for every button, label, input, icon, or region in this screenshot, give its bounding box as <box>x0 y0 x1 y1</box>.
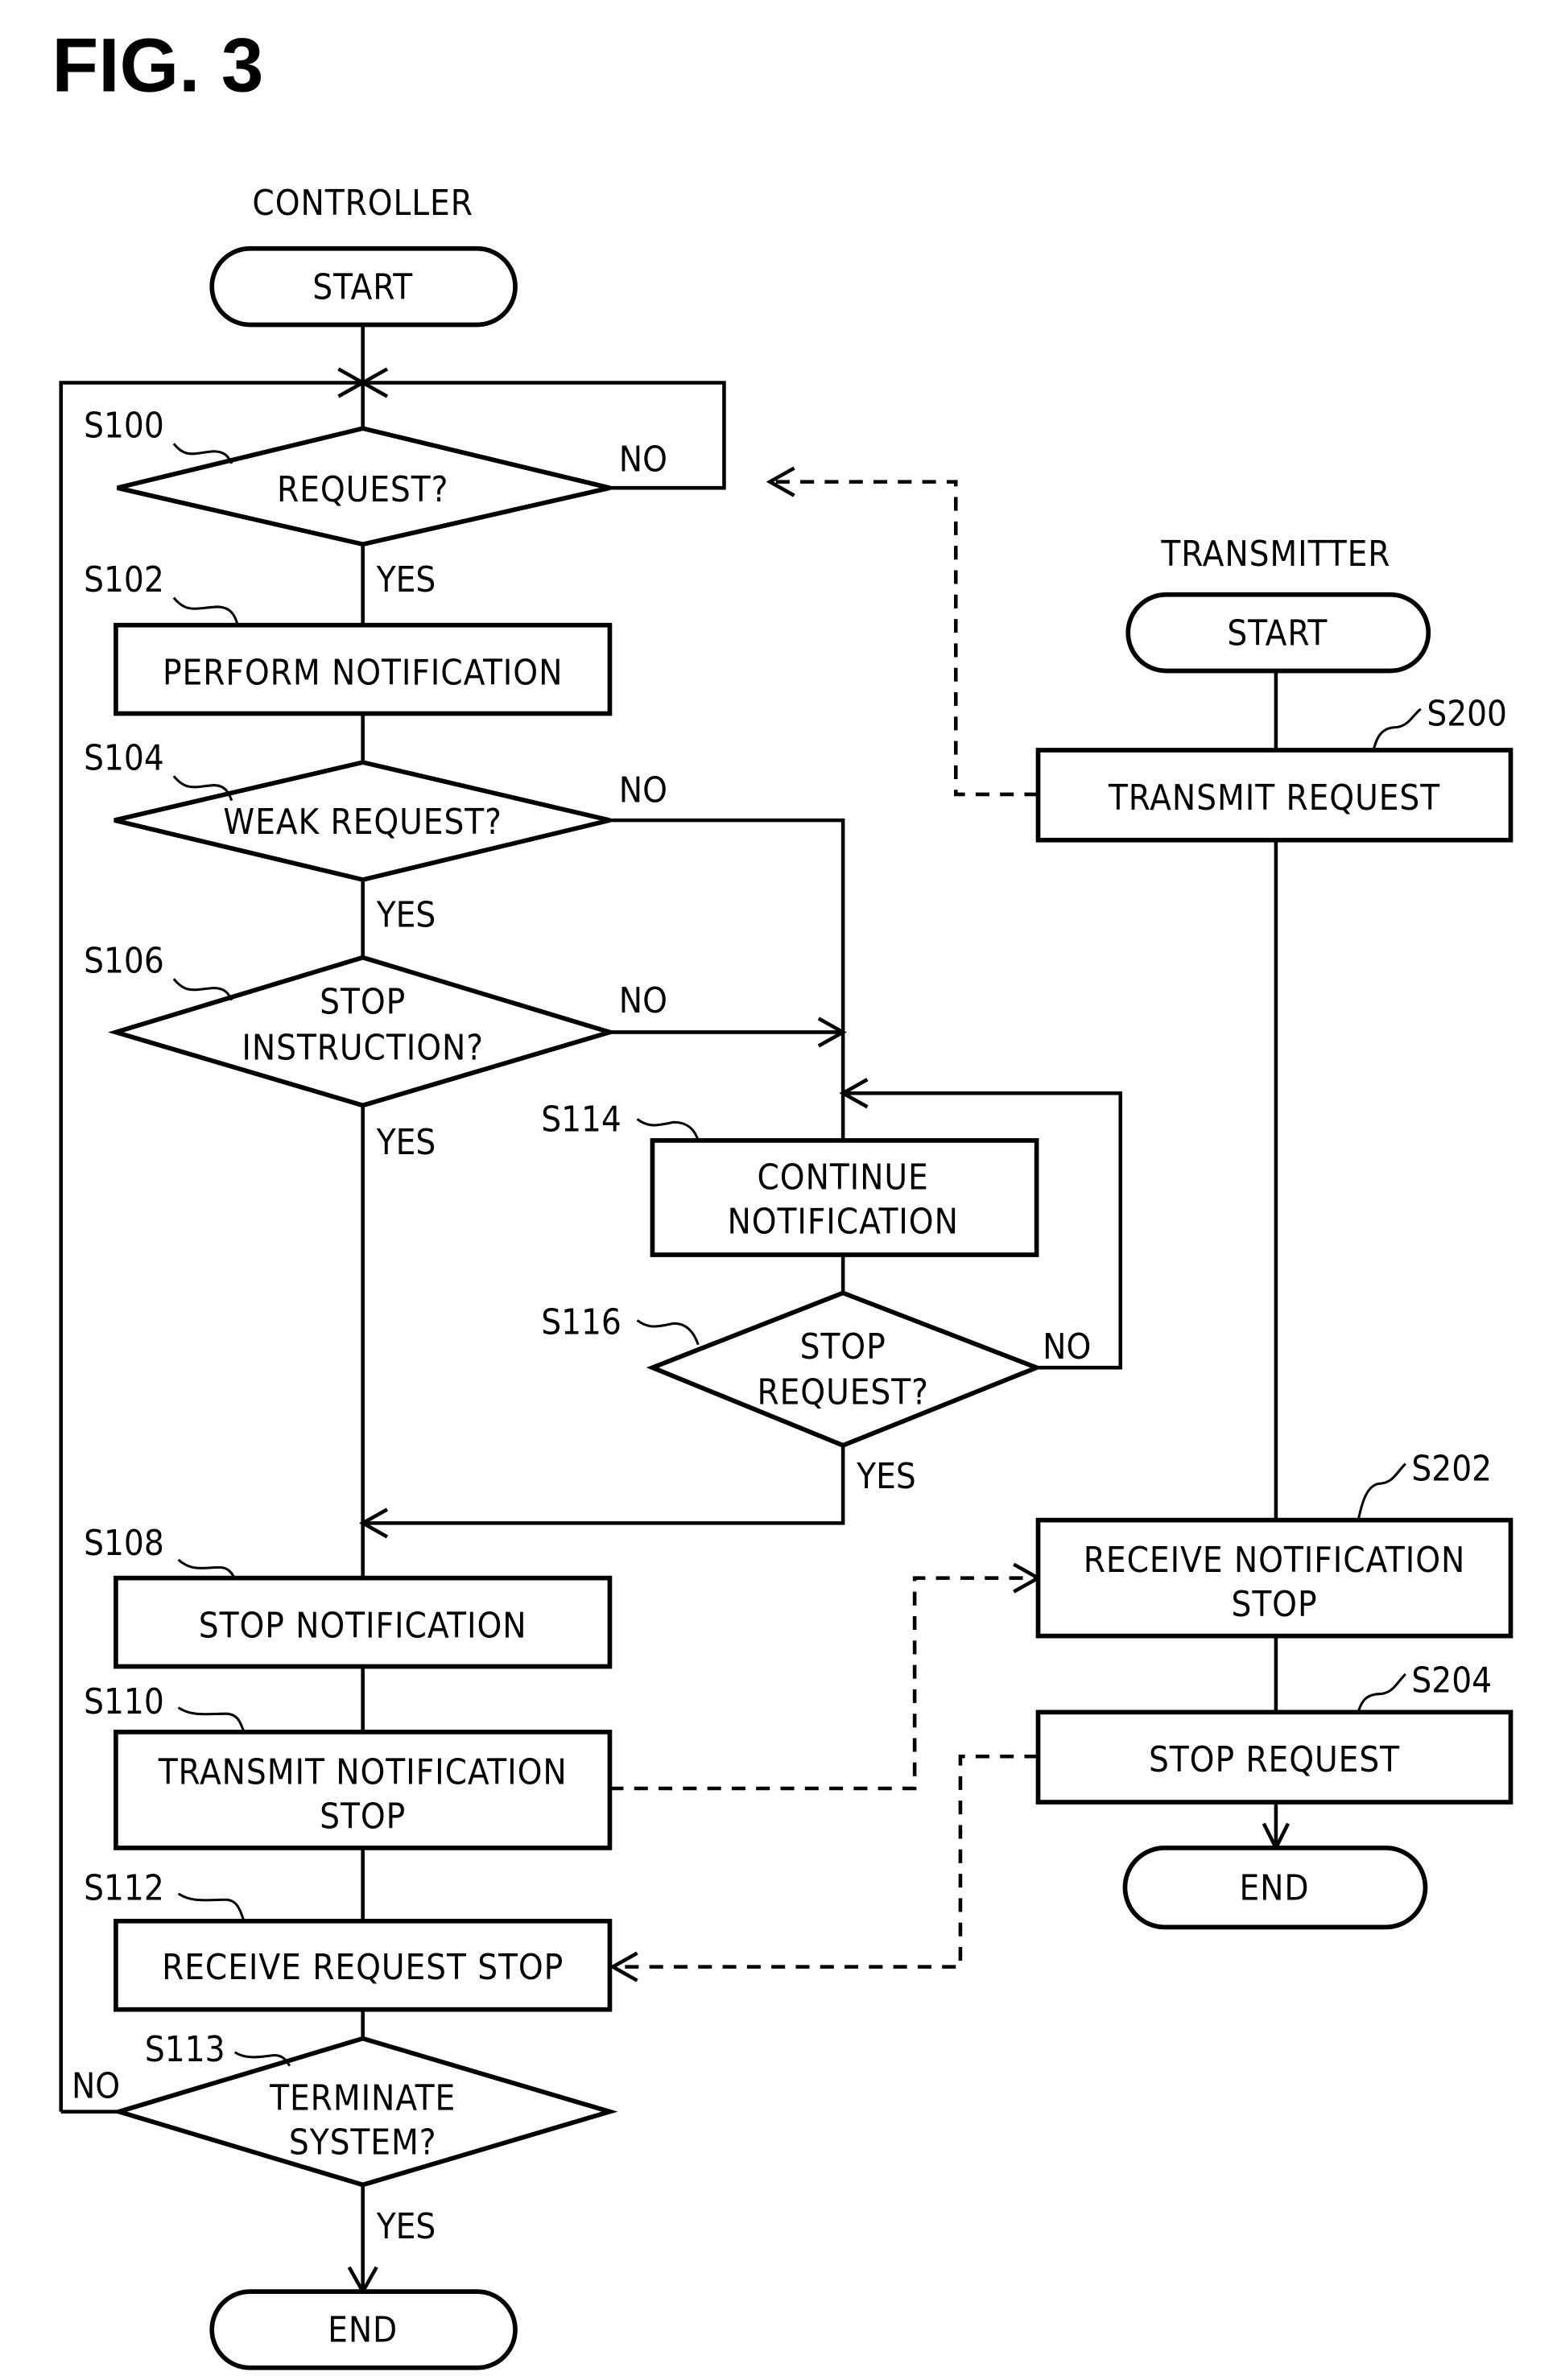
s112-id: S112 <box>84 1868 164 1908</box>
step-s100-decision: REQUEST? S100 NO YES <box>84 406 667 600</box>
s114-text-line2: NOTIFICATION <box>727 1202 958 1242</box>
s106-leader <box>172 978 233 1001</box>
s106-yes-label: YES <box>376 1123 436 1163</box>
step-s114-process: CONTINUE NOTIFICATION S114 <box>541 1100 1039 1257</box>
signal-stop-request <box>613 1754 1039 1969</box>
step-s104-decision: WEAK REQUEST? S104 NO YES <box>84 739 667 936</box>
s116-no-label: NO <box>1043 1327 1091 1367</box>
s100-id: S100 <box>84 406 164 447</box>
s204-text: STOP REQUEST <box>1149 1740 1400 1780</box>
s108-text: STOP NOTIFICATION <box>199 1606 527 1646</box>
s100-text: REQUEST? <box>277 470 448 510</box>
controller-start-label: START <box>312 267 413 307</box>
s113-id: S113 <box>145 2030 225 2070</box>
controller-heading: CONTROLLER <box>252 184 473 224</box>
s200-text: TRANSMIT REQUEST <box>1108 778 1440 819</box>
s104-yes-label: YES <box>376 896 436 936</box>
s113-text-line1: TERMINATE <box>269 2079 456 2119</box>
s116-text-line1: STOP <box>800 1327 886 1367</box>
s112-text: RECEIVE REQUEST STOP <box>162 1948 564 1988</box>
s110-text-line2: STOP <box>320 1796 406 1837</box>
s110-id: S110 <box>84 1682 164 1722</box>
s200-id: S200 <box>1427 695 1507 735</box>
s204-leader <box>1357 1673 1406 1713</box>
s114-text-line1: CONTINUE <box>758 1158 929 1198</box>
s106-id: S106 <box>84 942 164 982</box>
transmitter-start-terminal: START <box>1125 592 1431 674</box>
transmitter-start-label: START <box>1227 613 1328 654</box>
transmitter-heading: TRANSMITTER <box>1160 534 1390 575</box>
signal-notification-stop <box>609 1576 1035 1791</box>
step-s108-process: STOP NOTIFICATION S108 <box>84 1524 613 1669</box>
transmitter-connectors <box>1262 670 1291 1852</box>
s116-id: S116 <box>541 1303 622 1343</box>
s102-id: S102 <box>84 560 164 600</box>
step-s112-process: RECEIVE REQUEST STOP S112 <box>84 1868 613 2012</box>
s202-text-line2: STOP <box>1231 1585 1317 1625</box>
s116-yes-label: YES <box>856 1457 916 1497</box>
s113-text-line2: SYSTEM? <box>289 2123 437 2163</box>
flowchart-figure: FIG. 3 CONTROLLER TRANSMITTER START REQU… <box>52 23 1514 2370</box>
figure-title: FIG. 3 <box>52 23 263 109</box>
s106-text-line1: STOP <box>320 983 406 1023</box>
s104-id: S104 <box>84 739 164 779</box>
controller-end-label: END <box>328 2311 398 2351</box>
s116-text-line2: REQUEST? <box>757 1373 928 1413</box>
s202-leader <box>1357 1462 1406 1520</box>
s108-leader <box>177 1558 236 1579</box>
s116-leader <box>636 1319 700 1346</box>
s114-leader <box>636 1118 700 1141</box>
step-s110-process: TRANSMIT NOTIFICATION STOP S110 <box>84 1682 613 1850</box>
s100-no-label: NO <box>619 439 667 480</box>
step-s116-decision: STOP REQUEST? S116 NO YES <box>541 1290 1091 1497</box>
s113-yes-label: YES <box>376 2207 436 2247</box>
transmitter-end-label: END <box>1239 1868 1309 1908</box>
s113-no-label: NO <box>72 2067 120 2107</box>
s110-text-line1: TRANSMIT NOTIFICATION <box>158 1752 568 1792</box>
s112-leader <box>177 1892 246 1922</box>
s106-text-line2: INSTRUCTION? <box>242 1029 484 1069</box>
s108-id: S108 <box>84 1524 164 1564</box>
s202-text-line1: RECEIVE NOTIFICATION <box>1084 1541 1466 1581</box>
s114-id: S114 <box>541 1100 622 1141</box>
s106-no-label: NO <box>619 981 667 1021</box>
controller-end-terminal: END <box>209 2289 518 2370</box>
step-s102-process: PERFORM NOTIFICATION S102 <box>84 560 613 716</box>
s102-leader <box>172 596 239 626</box>
step-s113-decision: TERMINATE SYSTEM? S113 NO YES <box>72 2030 618 2247</box>
s200-leader <box>1372 707 1422 751</box>
s202-id: S202 <box>1411 1449 1492 1489</box>
s110-leader <box>177 1706 246 1733</box>
s104-text: WEAK REQUEST? <box>223 802 502 843</box>
connector-s116-yes <box>362 1445 845 1525</box>
s204-id: S204 <box>1411 1661 1492 1701</box>
signal-request <box>770 480 1039 797</box>
controller-start-terminal: START <box>209 245 518 328</box>
s102-text: PERFORM NOTIFICATION <box>163 654 563 694</box>
s104-no-label: NO <box>619 770 667 811</box>
s100-yes-label: YES <box>376 560 436 600</box>
transmitter-end-terminal: END <box>1122 1846 1428 1930</box>
